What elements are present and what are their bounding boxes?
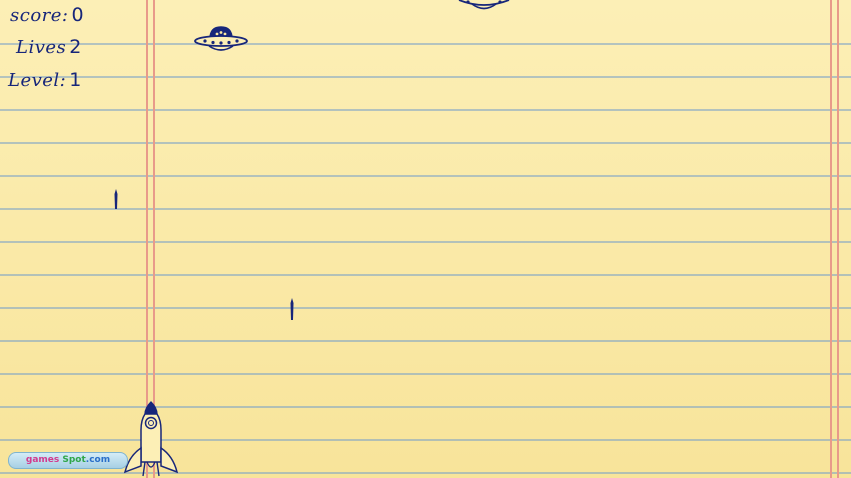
gamesspot-logo[interactable]: games Spot.com [8, 452, 128, 469]
score-label: score: [10, 5, 69, 26]
bullet-icon [114, 189, 118, 209]
ufo-icon [458, 0, 510, 10]
level-value: 1 [69, 69, 82, 91]
level-display: Level: 1 [8, 69, 82, 91]
logo-part-2: Spot [62, 455, 86, 465]
right-margin-line-2 [837, 0, 839, 478]
logo-part-3: .com [85, 455, 111, 465]
lives-label: Lives [16, 37, 67, 58]
level-label: Level: [8, 70, 67, 91]
lives-value: 2 [69, 36, 82, 58]
right-margin-line [830, 0, 832, 478]
bullet-icon [290, 298, 294, 320]
rocket-ship-icon [123, 401, 179, 477]
logo-part-1: games [25, 455, 60, 465]
lives-display: Lives 2 [16, 36, 82, 58]
ufo-icon [194, 26, 248, 51]
score-display: score: 0 [10, 4, 84, 26]
score-value: 0 [71, 4, 85, 26]
